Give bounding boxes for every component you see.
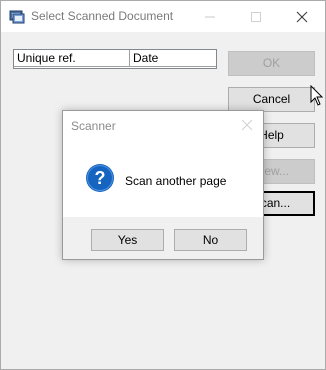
scanner-app-icon bbox=[9, 10, 25, 24]
maximize-icon bbox=[251, 12, 261, 22]
close-button[interactable] bbox=[279, 1, 325, 32]
cancel-button[interactable]: Cancel bbox=[228, 87, 315, 112]
yes-button[interactable]: Yes bbox=[91, 229, 164, 251]
list-header: Unique ref. Date bbox=[14, 50, 216, 67]
column-header-unique-ref[interactable]: Unique ref. bbox=[14, 50, 130, 67]
question-icon: ? bbox=[86, 164, 114, 192]
scanner-dialog: Scanner ? Scan another page Yes No bbox=[62, 110, 264, 260]
dialog-title: Scanner bbox=[71, 119, 116, 133]
minimize-icon bbox=[205, 16, 215, 18]
window-title: Select Scanned Document bbox=[31, 9, 174, 23]
minimize-button[interactable] bbox=[187, 1, 233, 32]
column-header-date[interactable]: Date bbox=[130, 50, 216, 67]
dialog-close-icon[interactable] bbox=[241, 119, 253, 131]
documents-list[interactable]: Unique ref. Date bbox=[13, 49, 217, 69]
ok-button[interactable]: OK bbox=[228, 51, 315, 76]
dialog-footer: Yes No bbox=[63, 217, 263, 259]
maximize-button[interactable] bbox=[233, 1, 279, 32]
mouse-cursor-icon bbox=[310, 85, 324, 106]
dialog-message: Scan another page bbox=[125, 174, 227, 188]
svg-text:?: ? bbox=[95, 168, 106, 188]
dialog-body: ? Scan another page bbox=[63, 141, 263, 217]
no-button[interactable]: No bbox=[174, 229, 247, 251]
close-icon bbox=[296, 11, 308, 23]
title-bar: Select Scanned Document bbox=[1, 1, 325, 32]
